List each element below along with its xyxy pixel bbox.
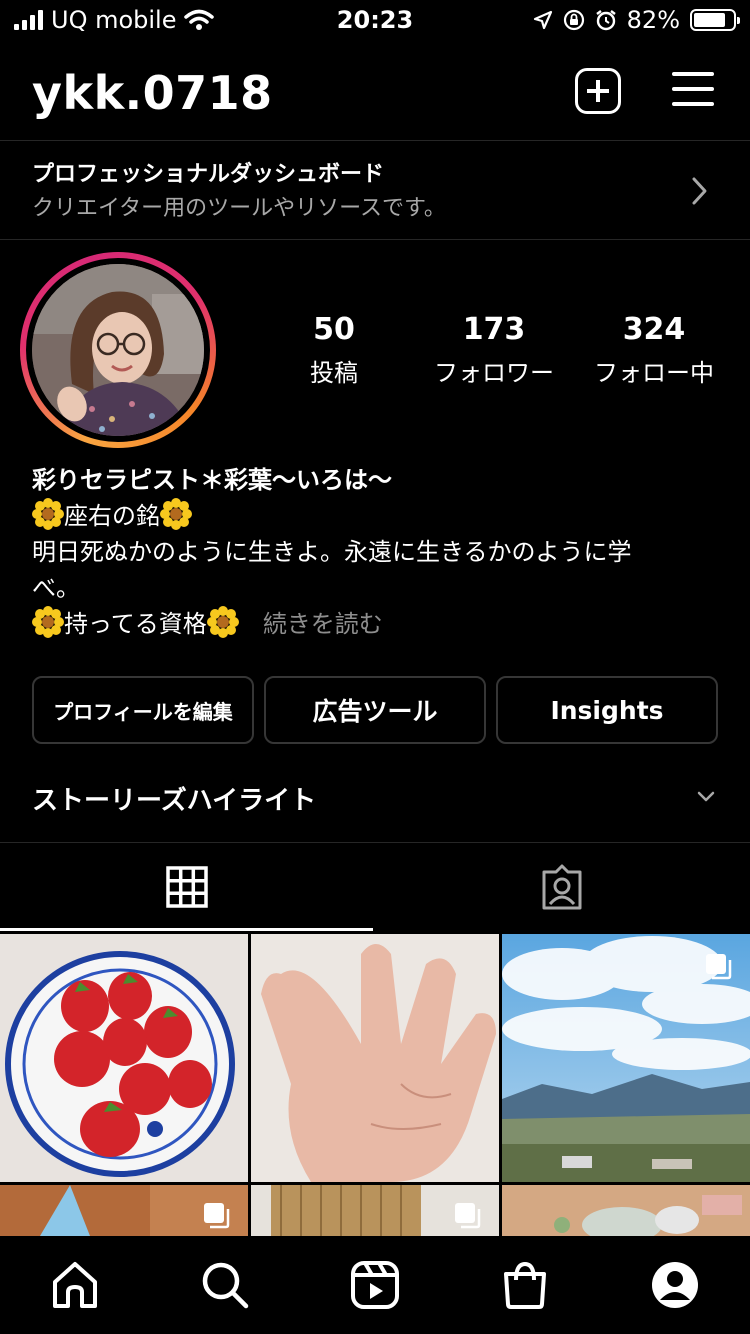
display-name: 彩りセラピスト＊彩葉〜いろは〜 [32, 466, 392, 494]
bio-text: 座右の銘 [64, 502, 160, 530]
followers-count[interactable]: 173 フォロワー [419, 312, 569, 388]
post-thumbnail[interactable] [502, 1185, 750, 1236]
reels-icon[interactable] [350, 1260, 400, 1310]
stat-value: 50 [313, 312, 355, 347]
sunflower-icon [32, 606, 64, 638]
menu-button[interactable] [672, 72, 714, 106]
stat-label: フォロワー [434, 359, 554, 387]
edit-profile-button[interactable]: プロフィールを編集 [32, 676, 254, 744]
bio-line: 座右の銘 [32, 498, 192, 534]
rotation-lock-icon [563, 9, 584, 31]
chevron-down-icon[interactable] [246, 80, 270, 96]
multiple-posts-icon [204, 1203, 230, 1229]
post-thumbnail[interactable] [0, 1185, 248, 1236]
divider [0, 842, 750, 843]
post-thumbnail[interactable] [251, 934, 499, 1182]
home-icon[interactable] [50, 1260, 100, 1310]
chevron-right-icon [692, 177, 707, 205]
divider [0, 239, 750, 240]
following-count[interactable]: 324 フォロー中 [579, 312, 729, 388]
location-icon [533, 10, 552, 30]
stat-value: 324 [622, 312, 686, 347]
profile-screen: UQ mobile 20:23 82% ykk.0718 プロフェッショナルダッ… [0, 0, 750, 1334]
avatar[interactable] [32, 264, 204, 436]
divider [0, 140, 750, 141]
read-more-link[interactable]: 続きを読む [263, 610, 383, 638]
insights-button[interactable]: Insights [496, 676, 718, 744]
post-thumbnail[interactable] [0, 934, 248, 1182]
status-bar: UQ mobile 20:23 82% [0, 0, 750, 42]
battery-percent: 82% [626, 6, 680, 34]
dashboard-title: プロフェッショナルダッシュボード [32, 162, 385, 187]
multiple-posts-icon [455, 1203, 481, 1229]
bio-line: べ。 [32, 574, 80, 602]
sunflower-icon [160, 498, 192, 530]
grid-icon[interactable] [166, 866, 208, 908]
post-thumbnail[interactable] [251, 1185, 499, 1236]
bottom-tab-bar [0, 1236, 750, 1334]
bio-line: 明日死ぬかのように生きよ。永遠に生きるかのように学 [32, 538, 632, 566]
sunflower-icon [206, 606, 239, 638]
menu-icon [672, 72, 714, 76]
stat-label: フォロー中 [594, 359, 714, 387]
chevron-down-icon[interactable] [696, 790, 716, 804]
sunflower-icon [32, 498, 64, 530]
active-tab-indicator [0, 928, 373, 931]
post-thumbnail[interactable] [502, 934, 750, 1182]
battery-level [694, 13, 726, 27]
alarm-icon [595, 10, 616, 31]
battery-icon [690, 9, 740, 31]
username-switcher[interactable]: ykk.0718 [32, 66, 273, 120]
search-icon[interactable] [200, 1260, 250, 1310]
story-highlights-toggle[interactable]: ストーリーズハイライト [32, 780, 316, 817]
bio-text: 持ってる資格 [64, 610, 207, 638]
multiple-posts-icon [706, 954, 732, 980]
shop-icon[interactable] [500, 1260, 550, 1310]
bio-line: 持ってる資格 続きを読む [32, 606, 383, 642]
tagged-icon[interactable] [540, 864, 584, 910]
ad-tools-button[interactable]: 広告ツール [264, 676, 486, 744]
stat-label: 投稿 [310, 359, 358, 387]
posts-count[interactable]: 50 投稿 [259, 312, 409, 388]
dashboard-subtitle: クリエイター用のツールやリソースです。 [32, 196, 446, 221]
stat-value: 173 [462, 312, 526, 347]
create-post-button[interactable] [575, 68, 621, 114]
profile-icon[interactable] [650, 1260, 700, 1310]
